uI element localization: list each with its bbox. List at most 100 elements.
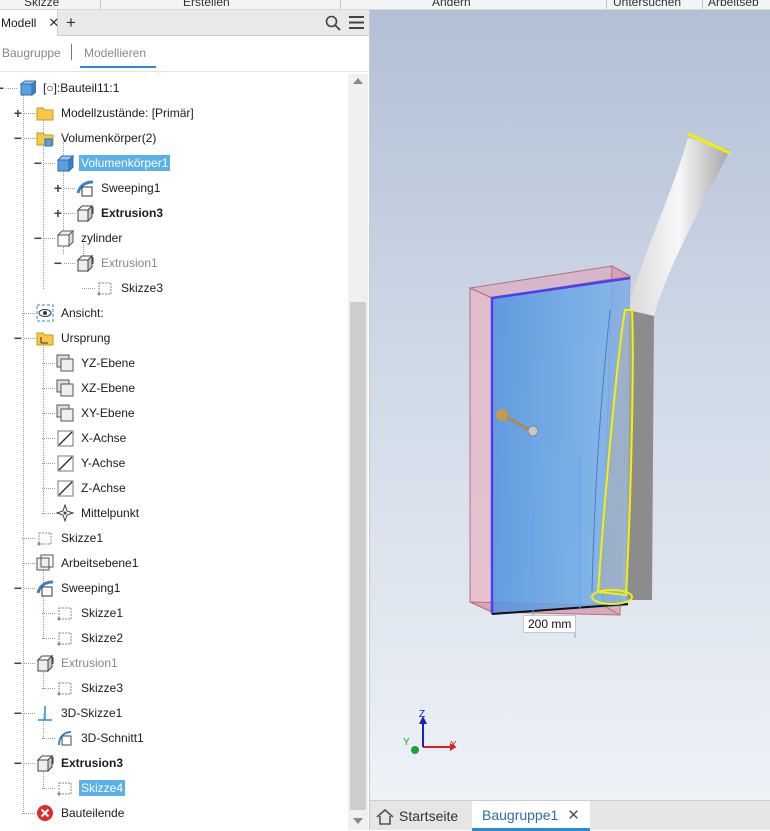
graphics-viewport[interactable]: Z X Y 200 mm [370, 10, 770, 800]
tree-node[interactable]: Sweeping1 [36, 577, 122, 599]
collapse-icon[interactable]: − [0, 81, 5, 95]
model-canvas[interactable]: Z X Y [370, 10, 770, 800]
axis-icon [57, 480, 74, 497]
axis-icon [57, 430, 74, 447]
sweep-icon [36, 580, 54, 597]
add-tab-icon[interactable]: + [66, 13, 76, 33]
ribbon-tab-create[interactable]: Erstellen [183, 0, 230, 9]
model-browser: Modell ✕ + Baugruppe Modellieren − [○]:Ba… [0, 10, 370, 830]
collapse-icon[interactable]: − [13, 756, 23, 770]
tree-node-label: XZ-Ebene [81, 381, 136, 395]
tree-node[interactable]: Skizze3 [56, 677, 125, 699]
tree-node[interactable]: Bauteilende [36, 802, 126, 824]
tree-connector [4, 88, 17, 89]
ribbon-tab-inspect[interactable]: Untersuchen [613, 0, 681, 9]
tree-node-label: Sweeping1 [61, 581, 121, 595]
3d-intersection-icon [58, 731, 72, 746]
tree-node[interactable]: Arbeitsebene1 [36, 552, 140, 574]
axis-triad: Z X Y [403, 709, 457, 754]
ribbon-tab-modify[interactable]: Ändern [432, 0, 471, 9]
home-icon [376, 808, 394, 825]
tree-node-label: Z-Achse [81, 481, 126, 495]
tree-node[interactable]: Skizze1 [56, 602, 125, 624]
dimension-label[interactable]: 200 mm [523, 615, 577, 633]
tree-node[interactable]: Sweeping1 [76, 177, 162, 199]
tab-home-label: Startseite [399, 808, 459, 824]
tree-node[interactable]: Ursprung [36, 327, 112, 349]
menu-icon[interactable] [349, 16, 364, 29]
tree-node[interactable]: XZ-Ebene [56, 377, 137, 399]
tree-connector [42, 238, 55, 239]
tree-node[interactable]: X-Achse [56, 427, 128, 449]
collapse-icon[interactable]: − [13, 656, 23, 670]
tree-scrollbar[interactable] [348, 74, 368, 830]
tree-connector [22, 588, 35, 589]
tree-node[interactable]: Volumenkörper(2) [36, 127, 158, 149]
tree-node[interactable]: XY-Ebene [56, 402, 137, 424]
collapse-icon[interactable]: − [13, 131, 23, 145]
collapse-icon[interactable]: − [33, 156, 43, 170]
tree-node-label: [○]:Bauteil11:1 [43, 81, 120, 95]
scroll-down-icon[interactable] [353, 818, 363, 824]
tree-node-label: XY-Ebene [81, 406, 135, 420]
search-icon[interactable] [325, 15, 341, 31]
close-icon[interactable]: ✕ [48, 15, 59, 31]
tree-node[interactable]: Extrusion1 [36, 652, 120, 674]
tree-node[interactable]: Skizze2 [56, 627, 125, 649]
tree-node[interactable]: Skizze3 [96, 277, 165, 299]
tab-model[interactable]: Modell ✕ [0, 10, 59, 36]
tree-node[interactable]: Mittelpunkt [56, 502, 141, 524]
tree-connector [42, 688, 55, 689]
tree-node[interactable]: YZ-Ebene [56, 352, 137, 374]
tree-node[interactable]: Extrusion3 [76, 202, 165, 224]
tree-node[interactable]: Skizze1 [36, 527, 105, 549]
axis-y-label: Y [403, 737, 410, 748]
expand-icon[interactable]: + [53, 181, 63, 195]
tree-node[interactable]: Extrusion1 [76, 252, 160, 274]
tree-node[interactable]: 3D-Skizze1 [36, 702, 124, 724]
extrusion-icon [36, 654, 54, 672]
tree-node-label: Extrusion3 [61, 756, 124, 770]
folder-icon [36, 107, 54, 121]
scroll-up-icon[interactable] [353, 78, 363, 84]
tree-node[interactable]: Z-Achse [56, 477, 128, 499]
tree-connector [42, 413, 55, 414]
expand-icon[interactable]: + [13, 106, 23, 120]
center-point-icon [56, 504, 74, 522]
tree-node-label: Skizze1 [81, 606, 124, 620]
ribbon-tab-work-features[interactable]: Arbeitseb [708, 0, 759, 9]
close-icon[interactable]: ✕ [567, 806, 580, 824]
tree-node[interactable]: zylinder [56, 227, 124, 249]
tab-assembly1[interactable]: Baugruppe1 ✕ [472, 801, 590, 831]
collapse-icon[interactable]: − [33, 231, 43, 245]
tree-connector [42, 613, 55, 614]
tree-node[interactable]: Ansicht: [36, 302, 106, 324]
solid-body-outline-icon [56, 229, 74, 247]
tree-node[interactable]: Extrusion3 [36, 752, 125, 774]
sketch-icon [37, 532, 52, 546]
subtab-modeling[interactable]: Modellieren [84, 46, 146, 60]
collapse-icon[interactable]: − [13, 331, 23, 345]
document-tabs: Startseite Baugruppe1 ✕ [370, 800, 770, 831]
sweep-tube[interactable] [625, 132, 731, 600]
collapse-icon[interactable]: − [53, 256, 63, 270]
expand-icon[interactable]: + [53, 206, 63, 220]
tree-node-label: Extrusion1 [101, 256, 158, 270]
collapse-icon[interactable]: − [13, 581, 23, 595]
tab-home[interactable]: Startseite [376, 801, 458, 831]
tree-node[interactable]: Y-Achse [56, 452, 127, 474]
part-icon [19, 80, 36, 96]
tree-node[interactable]: Skizze4 [56, 777, 126, 799]
collapse-icon[interactable]: − [13, 706, 23, 720]
scroll-thumb[interactable] [350, 302, 366, 810]
tree-connector [22, 313, 35, 314]
subtab-assembly[interactable]: Baugruppe [2, 46, 61, 60]
ribbon-tab-sketch[interactable]: Skizze [24, 0, 59, 9]
tree-node[interactable]: 3D-Schnitt1 [56, 727, 146, 749]
tree-node[interactable]: Volumenkörper1 [56, 152, 171, 174]
tree-node[interactable]: [○]:Bauteil11:1 [18, 77, 121, 99]
tree-node[interactable]: Modellzustände: [Primär] [36, 102, 196, 124]
tree-node-label: Skizze1 [61, 531, 104, 545]
tree-node-label: X-Achse [81, 431, 127, 445]
tree-connector [42, 463, 55, 464]
